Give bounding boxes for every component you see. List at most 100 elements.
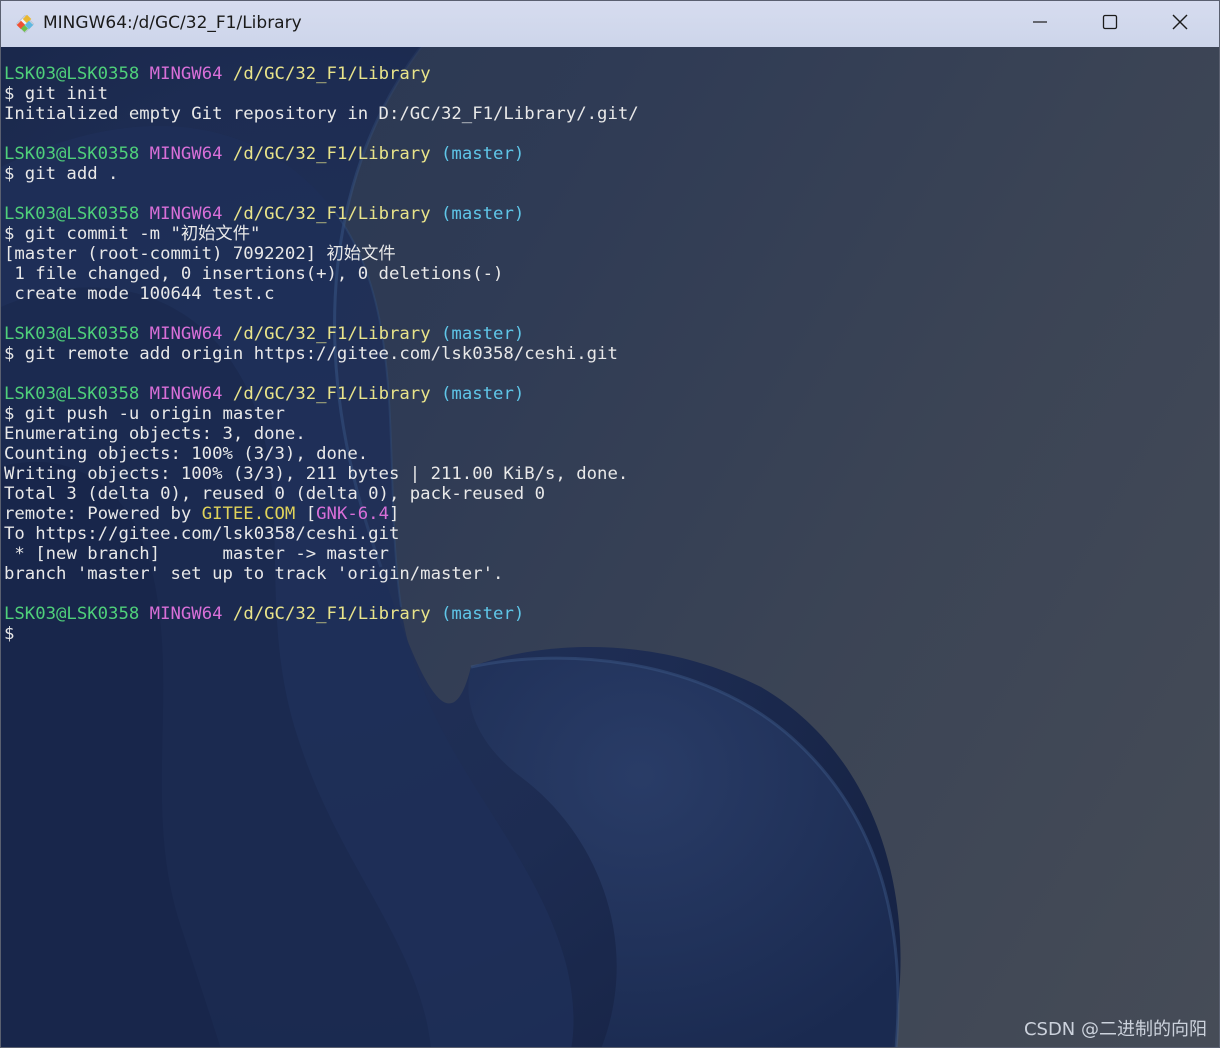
maximize-button[interactable]	[1075, 1, 1145, 47]
terminal-text-segment: To https://gitee.com/lsk0358/ceshi.git	[4, 524, 400, 544]
terminal-line: Enumerating objects: 3, done.	[4, 424, 639, 444]
terminal-text-segment: remote: Powered by	[4, 504, 202, 524]
terminal-text-segment: MINGW64	[149, 144, 223, 164]
terminal-line: LSK03@LSK0358 MINGW64 /d/GC/32_F1/Librar…	[4, 204, 639, 224]
terminal-line: LSK03@LSK0358 MINGW64 /d/GC/32_F1/Librar…	[4, 64, 639, 84]
terminal-line: branch 'master' set up to track 'origin/…	[4, 564, 639, 584]
terminal-text-segment: * [new branch] master -> master	[4, 544, 389, 564]
terminal-line: LSK03@LSK0358 MINGW64 /d/GC/32_F1/Librar…	[4, 384, 639, 404]
terminal-text-segment: LSK03@LSK0358	[4, 144, 140, 164]
terminal-text-segment: MINGW64	[149, 324, 223, 344]
terminal-text-segment: /d/GC/32_F1/Library	[232, 324, 431, 344]
terminal-text-segment: $ git remote add origin https://gitee.co…	[4, 344, 618, 364]
terminal-text-segment: $ git push -u origin master	[4, 404, 285, 424]
terminal-text-segment: GITEE.COM	[201, 504, 296, 524]
terminal-text-segment: /d/GC/32_F1/Library	[232, 144, 431, 164]
terminal-line: [master (root-commit) 7092202] 初始文件	[4, 244, 639, 264]
terminal-text-segment: Enumerating objects: 3, done.	[4, 424, 306, 444]
csdn-watermark: CSDN @二进制的向阳	[1023, 1019, 1207, 1040]
terminal-text-segment: LSK03@LSK0358	[4, 64, 140, 84]
title-bar[interactable]: MINGW64:/d/GC/32_F1/Library	[1, 1, 1219, 48]
terminal-text-segment: Initialized empty Git repository in D:/G…	[4, 104, 639, 124]
terminal-text-segment: $ git commit -m "初始文件"	[4, 224, 261, 244]
terminal-area[interactable]: LSK03@LSK0358 MINGW64 /d/GC/32_F1/Librar…	[1, 47, 1219, 1047]
terminal-line: LSK03@LSK0358 MINGW64 /d/GC/32_F1/Librar…	[4, 604, 639, 624]
terminal-text-segment: [	[295, 504, 317, 524]
close-button[interactable]	[1145, 1, 1215, 47]
terminal-text-segment: LSK03@LSK0358	[4, 204, 140, 224]
terminal-text-segment: ]	[388, 504, 400, 524]
terminal-text-segment: Writing objects: 100% (3/3), 211 bytes |…	[4, 464, 629, 484]
terminal-line: LSK03@LSK0358 MINGW64 /d/GC/32_F1/Librar…	[4, 324, 639, 344]
close-icon	[1171, 13, 1189, 36]
git-bash-icon	[14, 13, 36, 35]
terminal-text-segment: (master)	[441, 604, 525, 624]
terminal-line: $ git init	[4, 84, 639, 104]
terminal-text-segment: $ git init	[4, 84, 109, 104]
terminal-text-segment: MINGW64	[149, 204, 223, 224]
terminal-text-segment: MINGW64	[149, 604, 223, 624]
terminal-text-segment: create mode 100644 test.c	[4, 284, 275, 304]
terminal-line: To https://gitee.com/lsk0358/ceshi.git	[4, 524, 639, 544]
terminal-line: Counting objects: 100% (3/3), done.	[4, 444, 639, 464]
terminal-window: MINGW64:/d/GC/32_F1/Library LSK03@LSK035…	[0, 0, 1220, 1048]
terminal-text-segment: Counting objects: 100% (3/3), done.	[4, 444, 369, 464]
window-title: MINGW64:/d/GC/32_F1/Library	[43, 13, 302, 33]
terminal-line: Initialized empty Git repository in D:/G…	[4, 104, 639, 124]
terminal-line: create mode 100644 test.c	[4, 284, 639, 304]
terminal-line: Total 3 (delta 0), reused 0 (delta 0), p…	[4, 484, 639, 504]
terminal-text-segment: 1 file changed, 0 insertions(+), 0 delet…	[4, 264, 504, 284]
minimize-button[interactable]	[1005, 1, 1075, 47]
terminal-line: $ git remote add origin https://gitee.co…	[4, 344, 639, 364]
terminal-text-segment: /d/GC/32_F1/Library	[232, 64, 431, 84]
terminal-text-segment: (master)	[441, 384, 525, 404]
terminal-line: * [new branch] master -> master	[4, 544, 639, 564]
terminal-text-segment: LSK03@LSK0358	[4, 324, 140, 344]
maximize-icon	[1102, 14, 1118, 35]
terminal-line: LSK03@LSK0358 MINGW64 /d/GC/32_F1/Librar…	[4, 144, 639, 164]
terminal-line: 1 file changed, 0 insertions(+), 0 delet…	[4, 264, 639, 284]
terminal-line: $ git push -u origin master	[4, 404, 639, 424]
terminal-text-segment: (master)	[441, 324, 525, 344]
terminal-text-segment: branch 'master' set up to track 'origin/…	[4, 564, 504, 584]
terminal-text-segment: GNK-6.4	[316, 504, 389, 524]
terminal-line: $ git add .	[4, 164, 639, 184]
terminal-output: LSK03@LSK0358 MINGW64 /d/GC/32_F1/Librar…	[4, 64, 639, 644]
terminal-text-segment: (master)	[441, 144, 525, 164]
terminal-line: $	[4, 624, 639, 644]
terminal-text-segment: MINGW64	[149, 64, 223, 84]
terminal-text-segment: $ git add .	[4, 164, 119, 184]
terminal-line: $ git commit -m "初始文件"	[4, 224, 639, 244]
terminal-text-segment: /d/GC/32_F1/Library	[232, 204, 431, 224]
terminal-text-segment: (master)	[441, 204, 525, 224]
terminal-text-segment: LSK03@LSK0358	[4, 384, 140, 404]
terminal-text-segment: /d/GC/32_F1/Library	[232, 384, 431, 404]
terminal-text-segment: [master (root-commit) 7092202] 初始文件	[4, 244, 396, 264]
minimize-icon	[1032, 14, 1048, 35]
terminal-text-segment: MINGW64	[149, 384, 223, 404]
terminal-line: remote: Powered by GITEE.COM [GNK-6.4]	[4, 504, 639, 524]
terminal-text-segment: /d/GC/32_F1/Library	[232, 604, 431, 624]
terminal-text-segment: $	[4, 624, 15, 644]
